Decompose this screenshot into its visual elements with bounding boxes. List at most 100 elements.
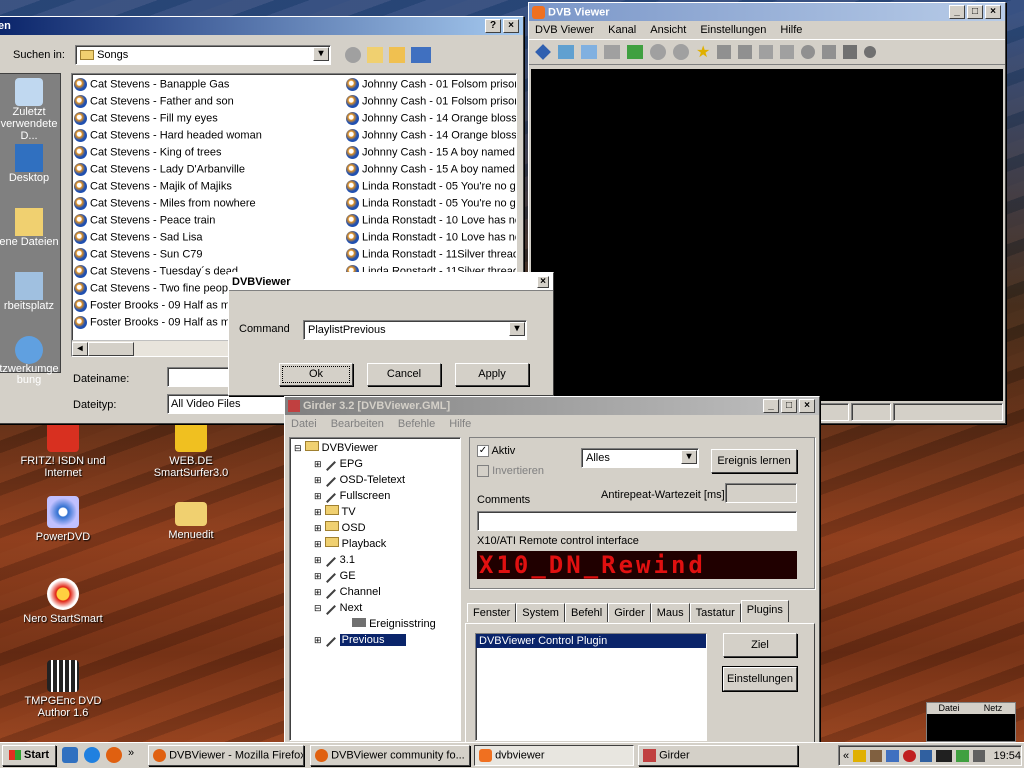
expand-icon[interactable]: ⊞	[314, 491, 322, 501]
expand-icon[interactable]: ⊞	[314, 507, 322, 517]
tray-monitor-icon[interactable]	[919, 749, 933, 762]
tray-chevron-icon[interactable]: «	[843, 750, 849, 762]
tree-item[interactable]: ⊟ Next	[314, 600, 456, 616]
start-button[interactable]: Start	[2, 745, 56, 766]
tray-battery-icon[interactable]	[956, 749, 969, 762]
maximize-button[interactable]: □	[967, 5, 983, 19]
menu-item[interactable]: Datei	[291, 418, 317, 430]
command-select[interactable]: PlaylistPrevious ▾	[303, 320, 527, 340]
task-girder[interactable]: Girder	[638, 745, 798, 766]
desktop-icon-fritz[interactable]: FRITZ! ISDN und Internet	[8, 420, 118, 479]
scroll-thumb[interactable]	[88, 342, 134, 356]
file-item[interactable]: Cat Stevens - Majik of Majiks	[74, 180, 342, 197]
menu-item[interactable]: Hilfe	[780, 24, 802, 36]
file-item[interactable]: Johnny Cash - 14 Orange blosso	[346, 112, 516, 129]
skip-forward-icon[interactable]	[738, 45, 753, 59]
maximize-button[interactable]: □	[781, 399, 797, 413]
task-dvbviewer[interactable]: dvbviewer	[474, 745, 634, 766]
folder-select[interactable]: Songs ▾	[75, 45, 331, 65]
task-firefox[interactable]: DVBViewer - Mozilla Firefox	[148, 745, 304, 766]
tree-item[interactable]: ⊞ TV	[314, 504, 456, 520]
tree-root[interactable]: ⊟ DVBViewer	[294, 440, 456, 456]
clock[interactable]: 19:54	[993, 750, 1021, 762]
record-list-icon[interactable]	[627, 45, 643, 59]
apply-button[interactable]: Apply	[455, 363, 529, 386]
tree-item-selected[interactable]: ⊞ Previous	[294, 632, 456, 648]
close-button[interactable]: ×	[503, 19, 519, 33]
file-item[interactable]: Johnny Cash - 01 Folsom prison E	[346, 95, 516, 112]
comments-input[interactable]	[477, 511, 797, 531]
desktop-icon-nero[interactable]: Nero StartSmart	[8, 578, 118, 625]
tree-item[interactable]: ⊞ GE	[314, 568, 456, 584]
prev-channel-icon[interactable]	[650, 44, 666, 60]
file-item[interactable]: Cat Stevens - Banapple Gas	[74, 78, 342, 95]
record-icon[interactable]	[864, 46, 877, 58]
osd-icon[interactable]	[535, 44, 551, 60]
back-icon[interactable]	[345, 47, 361, 63]
task-community[interactable]: DVBViewer community fo...	[310, 745, 470, 766]
minimize-button[interactable]: _	[949, 5, 965, 19]
expand-icon[interactable]: ⊞	[314, 475, 322, 485]
tab-girder[interactable]: Girder	[608, 603, 651, 622]
expand-icon[interactable]: ⊞	[314, 523, 322, 533]
volume-up-icon[interactable]	[780, 45, 795, 59]
help-button[interactable]: ?	[485, 19, 501, 33]
expand-icon[interactable]: ⊞	[314, 459, 322, 469]
file-item[interactable]: Cat Stevens - Lady D'Arbanville	[74, 163, 342, 180]
place-network[interactable]: tzwerkumge bung	[0, 330, 60, 394]
tab-plugins[interactable]: Plugins	[740, 600, 789, 622]
plugin-list[interactable]: DVBViewer Control Plugin	[475, 633, 707, 741]
more-chevron-icon[interactable]: »	[128, 747, 134, 763]
menu-item[interactable]: Hilfe	[449, 418, 471, 430]
view-menu-icon[interactable]	[411, 47, 431, 63]
tree-item[interactable]: ⊞ Channel	[314, 584, 456, 600]
file-item[interactable]: Johnny Cash - 15 A boy named S	[346, 146, 516, 163]
menu-item[interactable]: Ansicht	[650, 24, 686, 36]
tray-isdn-icon[interactable]	[853, 749, 866, 762]
desktop-icon-menuedit[interactable]: Menuedit	[136, 496, 246, 541]
window-icon[interactable]	[581, 45, 597, 59]
file-item[interactable]: Cat Stevens - Father and son	[74, 95, 342, 112]
tray-shield-icon[interactable]	[902, 749, 916, 762]
close-button[interactable]: ×	[537, 275, 549, 288]
tree-child[interactable]: Ereignisstring	[294, 616, 456, 632]
filename-input[interactable]	[167, 367, 233, 387]
plugin-item[interactable]: DVBViewer Control Plugin	[476, 634, 706, 648]
minimize-button[interactable]: _	[763, 399, 779, 413]
place-documents[interactable]: ene Dateien	[0, 202, 60, 266]
chevron-down-icon[interactable]: ▾	[313, 47, 329, 61]
tree-item[interactable]: ⊞ Fullscreen	[314, 488, 456, 504]
file-item[interactable]: Cat Stevens - Fill my eyes	[74, 112, 342, 129]
close-button[interactable]: ×	[985, 5, 1001, 19]
place-recent[interactable]: Zuletzt verwendete D...	[0, 74, 60, 142]
tv-icon[interactable]	[558, 45, 574, 59]
tab-fenster[interactable]: Fenster	[467, 603, 517, 622]
aktiv-checkbox[interactable]: ✓ Aktiv	[477, 445, 515, 458]
tree-item[interactable]: ⊞ OSD-Teletext	[314, 472, 456, 488]
tree-item[interactable]: ⊞ 3.1	[314, 552, 456, 568]
file-item[interactable]: Cat Stevens - Peace train	[74, 214, 342, 231]
scroll-left-icon[interactable]: ◂	[72, 342, 88, 356]
file-item[interactable]: Cat Stevens - King of trees	[74, 146, 342, 163]
place-computer[interactable]: rbeitsplatz	[0, 266, 60, 330]
expand-icon[interactable]: ⊟	[314, 603, 322, 613]
tab-befehl[interactable]: Befehl	[564, 603, 609, 622]
up-folder-icon[interactable]	[367, 47, 383, 63]
tab-tastatur[interactable]: Tastatur	[689, 603, 741, 622]
tray-isdn-badge-icon[interactable]	[936, 749, 953, 762]
chevron-down-icon[interactable]: ▾	[509, 322, 525, 336]
video-area[interactable]	[531, 69, 1003, 401]
open-dialog-titlebar[interactable]: en ? ×	[0, 17, 523, 35]
expand-icon[interactable]: ⊞	[314, 555, 322, 565]
file-item[interactable]: Johnny Cash - 01 Folsom prison E	[346, 78, 516, 95]
learn-event-button[interactable]: Ereignis lernen	[711, 449, 797, 473]
expand-icon[interactable]: ⊞	[314, 539, 322, 549]
dvbviewer-titlebar[interactable]: DVB Viewer _ □ ×	[529, 3, 1005, 21]
girder-titlebar[interactable]: Girder 3.2 [DVBViewer.GML] _ □ ×	[285, 397, 819, 415]
file-item[interactable]: Linda Ronstadt - 11Silver thread	[346, 248, 516, 265]
tree-item[interactable]: ⊞ OSD	[314, 520, 456, 536]
menu-item[interactable]: Bearbeiten	[331, 418, 384, 430]
target-button[interactable]: Ziel	[723, 633, 797, 657]
ie-icon[interactable]	[84, 747, 100, 763]
desktop-icon-tmpgenc[interactable]: TMPGEnc DVD Author 1.6	[8, 660, 118, 719]
